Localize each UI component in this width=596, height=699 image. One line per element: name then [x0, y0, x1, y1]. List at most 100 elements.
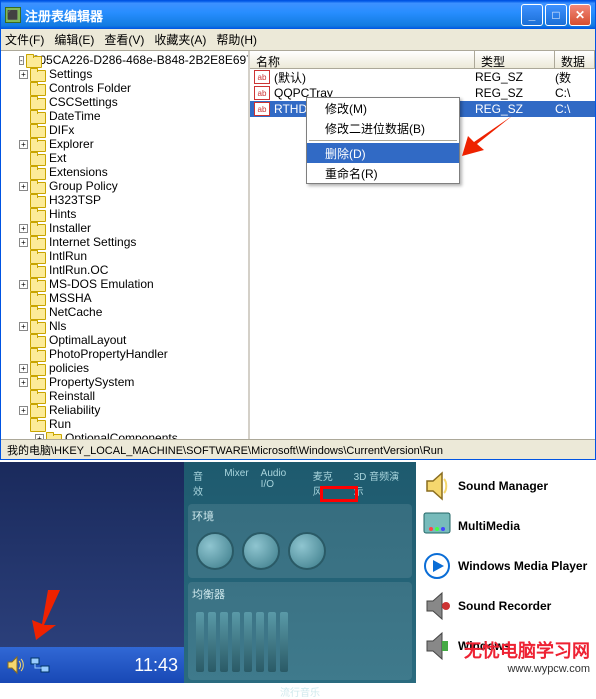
tree-item[interactable]: IntlRun [3, 249, 246, 263]
tree-item[interactable]: -{305CA226-D286-468e-B848-2B2E8E697B74} [3, 53, 246, 67]
ctx-rename[interactable]: 重命名(R) [307, 163, 459, 183]
titlebar[interactable]: ⬛ 注册表编辑器 _ □ ✕ [1, 1, 595, 29]
ctx-modify[interactable]: 修改(M) [307, 98, 459, 118]
tree-item[interactable]: +Group Policy [3, 179, 246, 193]
menu-edit[interactable]: 编辑(E) [54, 31, 94, 48]
folder-icon [30, 362, 46, 375]
footer-label: 流行音乐 [188, 684, 412, 699]
ctx-delete[interactable]: 删除(D) [307, 143, 459, 163]
tree-item[interactable]: +MS-DOS Emulation [3, 277, 246, 291]
tree-label: Installer [49, 221, 91, 235]
eq-slider[interactable] [208, 612, 216, 672]
tree-toggle-icon[interactable]: + [19, 406, 28, 415]
regedit-window: ⬛ 注册表编辑器 _ □ ✕ 文件(F) 编辑(E) 查看(V) 收藏夹(A) … [0, 0, 596, 460]
knob[interactable] [288, 532, 326, 570]
close-button[interactable]: ✕ [569, 4, 591, 26]
tree-label: Ext [49, 151, 66, 165]
menu-help[interactable]: 帮助(H) [216, 31, 257, 48]
network-icon[interactable] [30, 657, 50, 673]
tree-toggle-icon[interactable]: + [19, 280, 28, 289]
list-pane[interactable]: 名称 类型 数据 ab(默认)REG_SZ(数abQQPCTrayREG_SZC… [250, 51, 595, 439]
tree-item[interactable]: Extensions [3, 165, 246, 179]
tree-toggle-icon[interactable]: + [19, 70, 28, 79]
folder-icon [46, 432, 62, 440]
tree-toggle-icon[interactable]: + [19, 140, 28, 149]
tree-item[interactable]: MSSHA [3, 291, 246, 305]
tree-toggle-icon[interactable]: + [19, 322, 28, 331]
eq-slider[interactable] [196, 612, 204, 672]
knob[interactable] [196, 532, 234, 570]
tree-label: Controls Folder [49, 81, 131, 95]
ctx-modify-binary[interactable]: 修改二进位数据(B) [307, 118, 459, 138]
col-type[interactable]: 类型 [475, 51, 555, 68]
maximize-button[interactable]: □ [545, 4, 567, 26]
tree-toggle-icon[interactable]: - [19, 56, 24, 65]
list-row[interactable]: ab(默认)REG_SZ(数 [250, 69, 595, 85]
tree-item[interactable]: Reinstall [3, 389, 246, 403]
tree-toggle-icon[interactable]: + [19, 224, 28, 233]
tree-item[interactable]: NetCache [3, 305, 246, 319]
tree-item[interactable]: +Internet Settings [3, 235, 246, 249]
taskbar-clock[interactable]: 11:43 [134, 655, 178, 676]
tree-item[interactable]: Controls Folder [3, 81, 246, 95]
folder-icon [30, 418, 46, 431]
menu-fav[interactable]: 收藏夹(A) [154, 31, 206, 48]
eq-slider[interactable] [220, 612, 228, 672]
app-label: Sound Recorder [458, 599, 551, 613]
eq-slider[interactable] [268, 612, 276, 672]
app-list-item[interactable]: Windows Media Player [422, 548, 590, 584]
tree-toggle-icon[interactable]: + [19, 378, 28, 387]
menu-view[interactable]: 查看(V) [104, 31, 144, 48]
app-list-item[interactable]: Sound Recorder [422, 588, 590, 624]
speaker-icon[interactable] [6, 655, 26, 675]
tree-label: H323TSP [49, 193, 101, 207]
tree-item[interactable]: Ext [3, 151, 246, 165]
tree-item[interactable]: DateTime [3, 109, 246, 123]
app-label: Sound Manager [458, 479, 548, 493]
app-list-item[interactable]: Sound Manager [422, 468, 590, 504]
tree-label: DateTime [49, 109, 101, 123]
watermark-url: www.wypcw.com [464, 663, 590, 675]
tree-item[interactable]: +PropertySystem [3, 375, 246, 389]
tree-item[interactable]: PhotoPropertyHandler [3, 347, 246, 361]
tree-item[interactable]: DIFx [3, 123, 246, 137]
tree-item[interactable]: H323TSP [3, 193, 246, 207]
knob[interactable] [242, 532, 280, 570]
tree-label: Extensions [49, 165, 108, 179]
tree-toggle-icon[interactable]: + [19, 182, 28, 191]
tree-pane[interactable]: -{305CA226-D286-468e-B848-2B2E8E697B74}+… [1, 51, 250, 439]
tab-effect[interactable]: 音效 [188, 466, 217, 500]
col-data[interactable]: 数据 [555, 51, 595, 68]
minimize-button[interactable]: _ [521, 4, 543, 26]
tree-item[interactable]: OptimalLayout [3, 333, 246, 347]
tree-item[interactable]: Hints [3, 207, 246, 221]
tree-toggle-icon[interactable]: + [19, 238, 28, 247]
eq-slider[interactable] [256, 612, 264, 672]
folder-icon [30, 208, 46, 221]
folder-icon [30, 68, 46, 81]
tab-3d[interactable]: 3D 音频演示 [349, 466, 412, 500]
tree-item[interactable]: CSCSettings [3, 95, 246, 109]
tree-item[interactable]: +OptionalComponents [3, 431, 246, 439]
tree-item[interactable]: + Installer [3, 221, 246, 235]
tree-item[interactable]: +Nls [3, 319, 246, 333]
col-name[interactable]: 名称 [250, 51, 475, 68]
menu-file[interactable]: 文件(F) [5, 31, 44, 48]
tree-toggle-icon[interactable]: + [35, 434, 44, 440]
string-value-icon: ab [254, 86, 270, 100]
tree-item[interactable]: +Reliability [3, 403, 246, 417]
eq-slider[interactable] [244, 612, 252, 672]
tree-item[interactable]: Run [3, 417, 246, 431]
tree-item[interactable]: +policies [3, 361, 246, 375]
eq-slider[interactable] [280, 612, 288, 672]
folder-icon [30, 334, 46, 347]
app-list-item[interactable]: MultiMedia [422, 508, 590, 544]
folder-icon [30, 82, 46, 95]
tab-mixer[interactable]: Mixer [219, 466, 253, 500]
tree-toggle-icon[interactable]: + [19, 364, 28, 373]
tree-item[interactable]: IntlRun.OC [3, 263, 246, 277]
tree-item[interactable]: +Settings [3, 67, 246, 81]
tab-audio[interactable]: Audio I/O [256, 466, 306, 500]
tree-item[interactable]: +Explorer [3, 137, 246, 151]
eq-slider[interactable] [232, 612, 240, 672]
